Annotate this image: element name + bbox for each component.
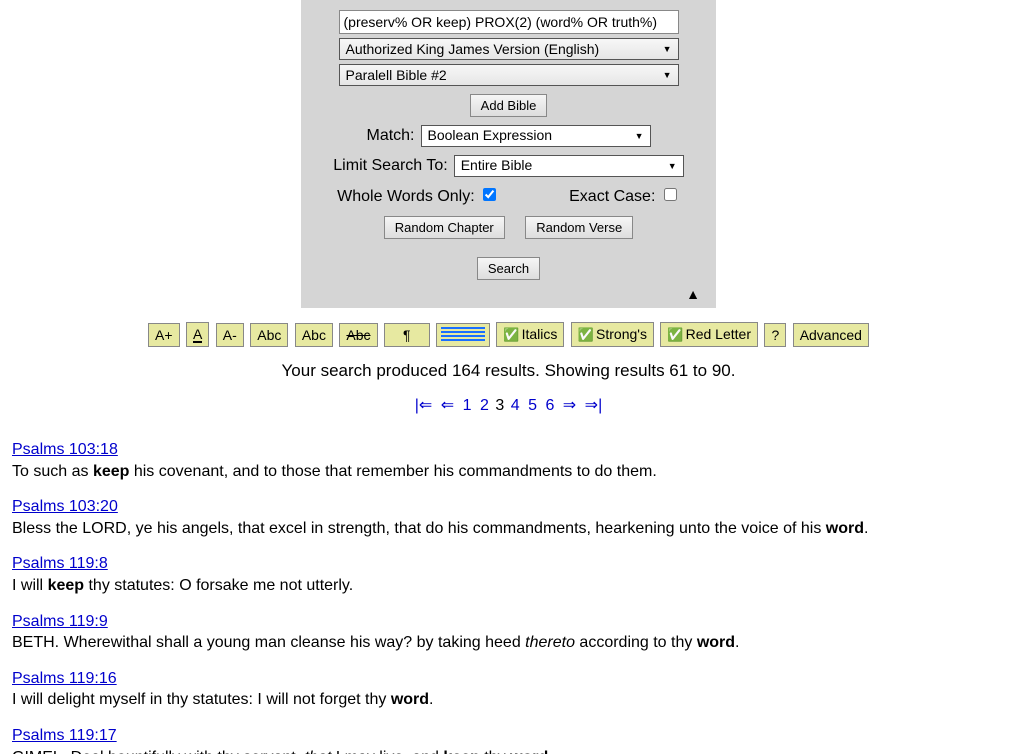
bible-select-1[interactable]: Authorized King James Version (English) bbox=[339, 38, 679, 60]
pager-page-link[interactable]: 5 bbox=[528, 397, 537, 414]
highlight-lines-button[interactable] bbox=[436, 323, 490, 347]
limit-select[interactable]: Entire Bible bbox=[454, 155, 684, 177]
verse-reference-link[interactable]: Psalms 103:18 bbox=[12, 441, 118, 458]
pager-page-link[interactable]: 2 bbox=[480, 397, 489, 414]
exact-case-label: Exact Case: bbox=[569, 188, 655, 205]
pager-pages: 1 2 3 4 5 6 bbox=[461, 397, 561, 414]
abc-button-1[interactable]: Abc bbox=[250, 323, 288, 347]
verse-text: I will keep thy statutes: O forsake me n… bbox=[12, 575, 1005, 597]
font-serif-button[interactable]: A bbox=[186, 322, 209, 346]
font-decrease-button[interactable]: A- bbox=[216, 323, 244, 347]
bible-select-2[interactable]: Paralell Bible #2 bbox=[339, 64, 679, 86]
search-panel: Authorized King James Version (English) … bbox=[301, 0, 716, 308]
help-button[interactable]: ? bbox=[764, 323, 786, 347]
add-bible-button[interactable]: Add Bible bbox=[470, 94, 548, 117]
match-label: Match: bbox=[366, 127, 414, 145]
exact-case-checkbox[interactable] bbox=[664, 188, 677, 201]
random-verse-button[interactable]: Random Verse bbox=[525, 216, 633, 239]
verse-text: Bless the LORD, ye his angels, that exce… bbox=[12, 518, 1005, 540]
lines-icon bbox=[441, 326, 485, 344]
verse-item: Psalms 119:17 GIMEL. Deal bountifully wit… bbox=[12, 725, 1005, 754]
search-button[interactable]: Search bbox=[477, 257, 540, 280]
verse-text: GIMEL. Deal bountifully with thy servant… bbox=[12, 747, 1005, 754]
pager-page-link[interactable]: 6 bbox=[545, 397, 554, 414]
verse-item: Psalms 119:9 BETH. Wherewithal shall a yo… bbox=[12, 611, 1005, 654]
paragraph-button[interactable]: ¶ bbox=[384, 323, 430, 347]
verse-text: BETH. Wherewithal shall a young man clea… bbox=[12, 632, 1005, 654]
verse-reference-link[interactable]: Psalms 119:16 bbox=[12, 670, 117, 687]
abc-button-3[interactable]: Abc bbox=[339, 323, 377, 347]
verse-text: To such as keep his covenant, and to tho… bbox=[12, 461, 1005, 483]
verse-reference-link[interactable]: Psalms 119:8 bbox=[12, 555, 108, 572]
results-summary: Your search produced 164 results. Showin… bbox=[12, 361, 1005, 381]
verse-item: Psalms 103:20 Bless the LORD, ye his ange… bbox=[12, 496, 1005, 539]
pager-page-link[interactable]: 4 bbox=[511, 397, 520, 414]
abc-button-2[interactable]: Abc bbox=[295, 323, 333, 347]
pager-first[interactable]: |⇐ bbox=[415, 397, 433, 414]
verse-reference-link[interactable]: Psalms 119:17 bbox=[12, 727, 117, 744]
advanced-button[interactable]: Advanced bbox=[793, 323, 869, 347]
toolbar: A+ A A- Abc Abc Abc ¶ Italics Strong's R… bbox=[12, 322, 1005, 347]
font-increase-button[interactable]: A+ bbox=[148, 323, 180, 347]
search-query-input[interactable] bbox=[339, 10, 679, 34]
random-chapter-button[interactable]: Random Chapter bbox=[384, 216, 505, 239]
strongs-toggle[interactable]: Strong's bbox=[571, 322, 654, 347]
match-select[interactable]: Boolean Expression bbox=[421, 125, 651, 147]
verse-text: I will delight myself in thy statutes: I… bbox=[12, 689, 1005, 711]
verse-item: Psalms 119:16 I will delight myself in th… bbox=[12, 668, 1005, 711]
verse-item: Psalms 119:8 I will keep thy statutes: O … bbox=[12, 553, 1005, 596]
limit-label: Limit Search To: bbox=[333, 157, 447, 175]
collapse-panel-icon[interactable]: ▲ bbox=[686, 286, 700, 302]
verse-reference-link[interactable]: Psalms 119:9 bbox=[12, 613, 108, 630]
whole-words-checkbox[interactable] bbox=[483, 188, 496, 201]
pager-page-current: 3 bbox=[495, 397, 504, 414]
pager-next[interactable]: ⇒ bbox=[563, 397, 576, 414]
italics-toggle[interactable]: Italics bbox=[496, 322, 564, 347]
verse-reference-link[interactable]: Psalms 103:20 bbox=[12, 498, 118, 515]
verse-item: Psalms 103:18 To such as keep his covenan… bbox=[12, 439, 1005, 482]
red-letter-toggle[interactable]: Red Letter bbox=[660, 322, 758, 347]
pager: |⇐ ⇐ 1 2 3 4 5 6 ⇒ ⇒| bbox=[12, 395, 1005, 415]
whole-words-label: Whole Words Only: bbox=[337, 188, 475, 205]
verse-list: Psalms 103:18 To such as keep his covenan… bbox=[12, 439, 1005, 754]
pager-last[interactable]: ⇒| bbox=[585, 397, 603, 414]
pager-prev[interactable]: ⇐ bbox=[441, 397, 454, 414]
pager-page-link[interactable]: 1 bbox=[463, 397, 472, 414]
